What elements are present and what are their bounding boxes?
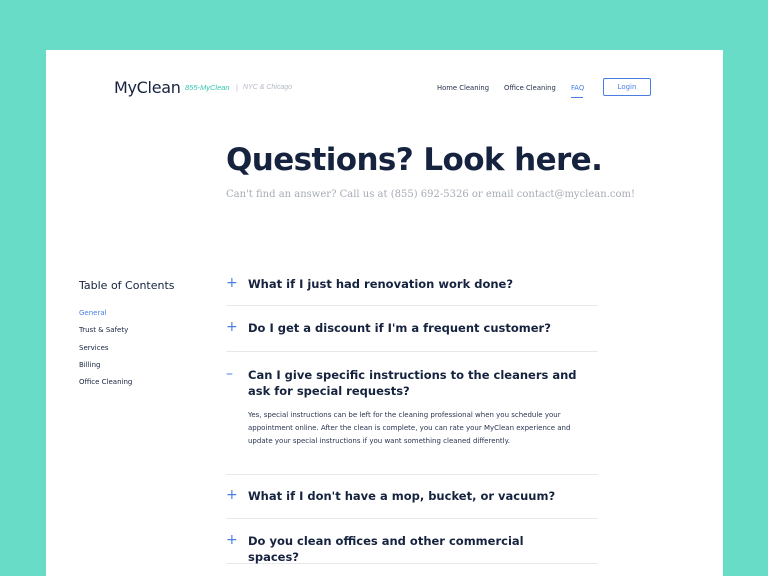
faq-question[interactable]: What if I don't have a mop, bucket, or v… <box>248 488 578 504</box>
nav-active-underline <box>571 97 583 98</box>
cities-label: NYC & Chicago <box>243 84 293 91</box>
expand-icon[interactable]: + <box>226 276 238 290</box>
toc-item-services[interactable]: Services <box>79 344 109 352</box>
faq-question[interactable]: What if I just had renovation work done? <box>248 276 578 292</box>
collapse-icon[interactable]: – <box>226 367 233 381</box>
faq-question[interactable]: Do I get a discount if I'm a frequent cu… <box>248 320 578 336</box>
nav-office-cleaning[interactable]: Office Cleaning <box>504 84 556 92</box>
faq-item[interactable]: + Do you clean offices and other commerc… <box>226 533 598 564</box>
expand-icon[interactable]: + <box>226 488 238 502</box>
faq-question[interactable]: Can I give specific instructions to the … <box>248 367 578 399</box>
login-button[interactable]: Login <box>603 78 651 96</box>
header-separator: | <box>236 83 238 92</box>
expand-icon[interactable]: + <box>226 320 238 334</box>
page-card: MyClean 855-MyClean | NYC & Chicago Home… <box>46 50 723 576</box>
toc-item-billing[interactable]: Billing <box>79 361 100 369</box>
nav-home-cleaning[interactable]: Home Cleaning <box>437 84 489 92</box>
toc-item-general[interactable]: General <box>79 309 107 317</box>
expand-icon[interactable]: + <box>226 533 238 547</box>
toc-item-trust-safety[interactable]: Trust & Safety <box>79 326 128 334</box>
logo[interactable]: MyClean <box>114 78 181 97</box>
toc-item-office-cleaning[interactable]: Office Cleaning <box>79 378 132 386</box>
page-title: Questions? Look here. <box>226 142 603 178</box>
toc-title: Table of Contents <box>79 279 175 292</box>
faq-item[interactable]: + What if I don't have a mop, bucket, or… <box>226 488 598 519</box>
faq-question[interactable]: Do you clean offices and other commercia… <box>248 533 578 565</box>
faq-answer: Yes, special instructions can be left fo… <box>248 411 571 445</box>
page-subtitle: Can't find an answer? Call us at (855) 6… <box>226 189 635 200</box>
faq-item[interactable]: + What if I just had renovation work don… <box>226 276 598 306</box>
nav-faq[interactable]: FAQ <box>571 84 584 92</box>
phone-link[interactable]: 855-MyClean <box>185 83 230 92</box>
faq-item[interactable]: + Do I get a discount if I'm a frequent … <box>226 320 598 352</box>
faq-item-expanded[interactable]: – Can I give specific instructions to th… <box>226 367 598 475</box>
